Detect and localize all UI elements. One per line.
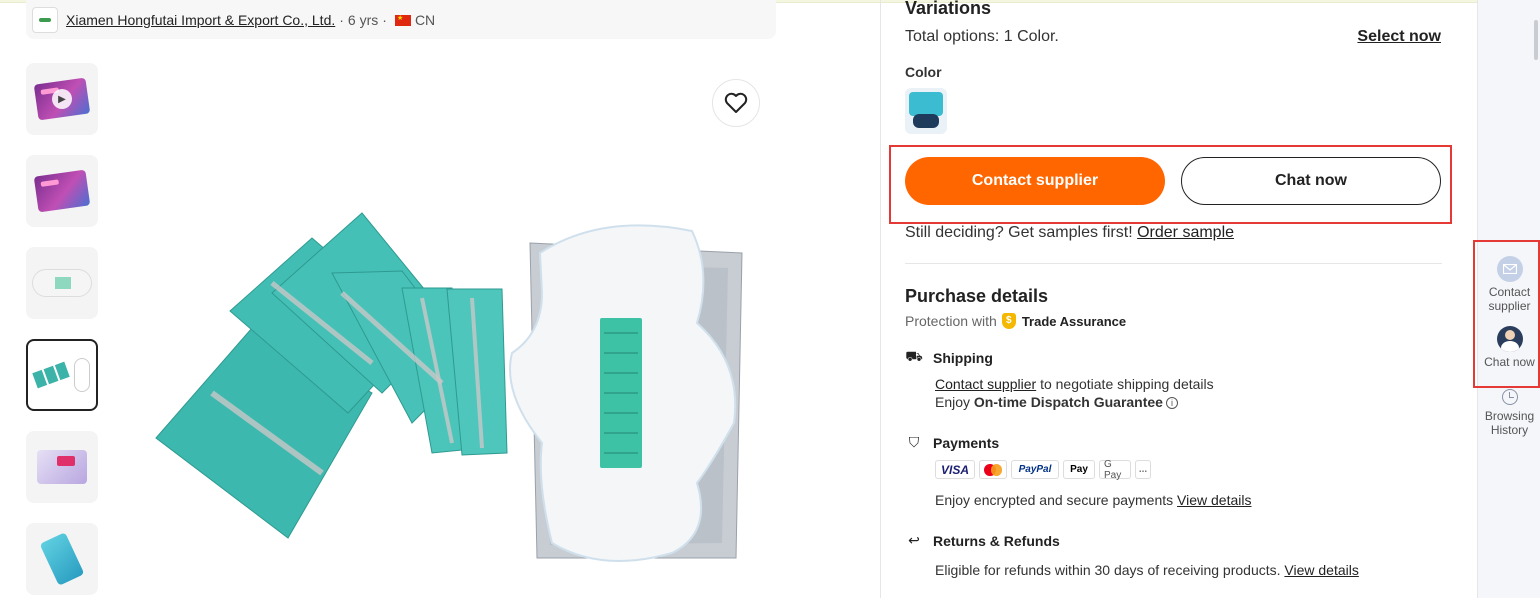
play-icon: ▶ bbox=[52, 89, 72, 109]
thumbnail-pad-closeup[interactable] bbox=[26, 247, 98, 319]
separator: · bbox=[339, 11, 344, 28]
sidebar-chat-now[interactable]: Chat now bbox=[1478, 326, 1540, 369]
total-options-label: Total options: bbox=[905, 28, 1000, 45]
shield-check-icon: ⛉ bbox=[908, 434, 920, 450]
separator: · bbox=[382, 11, 387, 28]
returns-text: Eligible for refunds within 30 days of r… bbox=[935, 562, 1281, 578]
agent-avatar bbox=[1496, 326, 1523, 352]
contact-supplier-button[interactable]: Contact supplier bbox=[905, 157, 1165, 205]
payments-secure-text: Enjoy encrypted and secure payments bbox=[935, 492, 1174, 508]
sidebar-history-label: Browsing History bbox=[1484, 409, 1535, 437]
sidebar-contact-label: Contact supplier bbox=[1488, 285, 1531, 313]
color-swatch[interactable] bbox=[905, 88, 947, 134]
truck-icon: ⛟ bbox=[905, 348, 923, 364]
thumbnail-package-front[interactable] bbox=[26, 155, 98, 227]
payments-secure-line: Enjoy encrypted and secure payments View… bbox=[935, 492, 1251, 508]
supplier-logo bbox=[32, 6, 58, 33]
shipping-heading: ⛟ Shipping bbox=[905, 348, 993, 367]
select-now-link[interactable]: Select now bbox=[1357, 28, 1441, 46]
thumbnail-packs-and-pad[interactable] bbox=[26, 339, 98, 411]
returns-line: Eligible for refunds within 30 days of r… bbox=[935, 562, 1359, 578]
sidebar-browsing-history[interactable]: Browsing History bbox=[1478, 389, 1540, 437]
china-flag-icon bbox=[394, 15, 411, 26]
payment-methods: VISA PayPal Pay G Pay ... bbox=[935, 459, 1151, 481]
samples-prompt: Still deciding? Get samples first! Order… bbox=[905, 224, 1234, 242]
favorite-button[interactable] bbox=[712, 79, 760, 127]
google-pay-icon: G Pay bbox=[1099, 459, 1131, 481]
variations-title: Variations bbox=[905, 0, 992, 18]
samples-text: Still deciding? Get samples first! bbox=[905, 224, 1133, 241]
supplier-country: CN bbox=[414, 11, 436, 28]
apple-pay-icon: Pay bbox=[1063, 460, 1095, 479]
packets-fan bbox=[155, 212, 508, 539]
sidebar-chat-label: Chat now bbox=[1484, 355, 1535, 369]
sidebar-contact-supplier[interactable]: Contact supplier bbox=[1478, 256, 1540, 313]
trade-assurance-label: Trade Assurance bbox=[1021, 313, 1127, 329]
protection-line: Protection with $ Trade Assurance bbox=[905, 313, 1126, 329]
return-arrow-icon: ↩ bbox=[908, 532, 920, 548]
supplier-bar: Xiamen Hongfutai Import & Export Co., Lt… bbox=[26, 0, 776, 39]
shipping-guarantee-line: Enjoy On-time Dispatch Guarantee i bbox=[935, 394, 1178, 410]
divider bbox=[905, 263, 1442, 264]
scrollbar[interactable] bbox=[1534, 20, 1538, 60]
clock-icon bbox=[1501, 389, 1518, 405]
shipping-contact-line: Contact supplier to negotiate shipping d… bbox=[935, 376, 1214, 392]
supplier-name-link[interactable]: Xiamen Hongfutai Import & Export Co., Lt… bbox=[66, 12, 335, 28]
dispatch-guarantee: On-time Dispatch Guarantee bbox=[973, 394, 1163, 410]
returns-view-details-link[interactable]: View details bbox=[1284, 562, 1358, 578]
heart-icon bbox=[724, 92, 748, 113]
enjoy-text: Enjoy bbox=[935, 394, 971, 410]
payments-view-details-link[interactable]: View details bbox=[1177, 492, 1251, 508]
purchase-details-title: Purchase details bbox=[905, 286, 1049, 306]
mail-icon bbox=[1496, 256, 1523, 282]
visa-icon: VISA bbox=[935, 460, 975, 479]
color-label: Color bbox=[905, 64, 942, 80]
product-details-panel: Variations Total options: 1 Color. Selec… bbox=[880, 0, 1477, 598]
info-icon[interactable]: i bbox=[1165, 397, 1178, 410]
mastercard-icon bbox=[979, 460, 1007, 479]
total-options: Total options: 1 Color. bbox=[905, 28, 1059, 46]
thumbnail-video[interactable]: ▶ bbox=[26, 63, 98, 135]
payments-title: Payments bbox=[933, 434, 1000, 451]
chat-now-button[interactable]: Chat now bbox=[1181, 157, 1441, 205]
returns-title: Returns & Refunds bbox=[933, 532, 1060, 549]
order-sample-link[interactable]: Order sample bbox=[1137, 224, 1234, 241]
total-options-value: 1 Color. bbox=[1003, 28, 1059, 45]
product-illustration bbox=[155, 212, 743, 562]
floating-sidebar: Contact supplier Chat now Browsing Histo… bbox=[1473, 0, 1540, 598]
more-payments-icon[interactable]: ... bbox=[1135, 460, 1151, 479]
shipping-contact-supplier-link[interactable]: Contact supplier bbox=[935, 376, 1036, 392]
main-product-image bbox=[152, 63, 776, 598]
payments-heading: ⛉ Payments bbox=[905, 434, 999, 451]
returns-heading: ↩ Returns & Refunds bbox=[905, 532, 1060, 549]
trade-assurance-icon: $ bbox=[1001, 313, 1016, 329]
thumbnail-list: ▶ bbox=[26, 63, 98, 598]
paypal-icon: PayPal bbox=[1011, 460, 1059, 479]
shipping-title: Shipping bbox=[933, 349, 993, 366]
supplier-years: 6 yrs bbox=[347, 11, 379, 28]
shipping-contact-text: to negotiate shipping details bbox=[1040, 376, 1214, 392]
protection-label: Protection with bbox=[905, 313, 997, 329]
thumbnail-package-open[interactable] bbox=[26, 431, 98, 503]
thumbnail-pouch[interactable] bbox=[26, 523, 98, 595]
